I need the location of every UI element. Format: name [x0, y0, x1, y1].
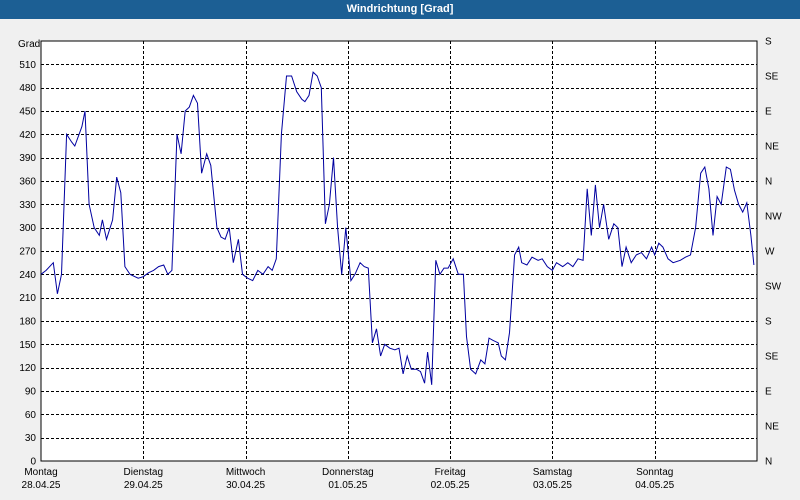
y-tick-label: 270: [19, 247, 36, 258]
x-tick-date: 29.04.25: [124, 480, 163, 491]
y-tick-label: 390: [19, 153, 36, 164]
y-tick-label: 90: [25, 387, 37, 398]
y-tick-label: 300: [19, 223, 36, 234]
right-tick-label: SW: [765, 282, 782, 293]
right-tick-label: NE: [765, 142, 779, 153]
x-tick-day: Sonntag: [636, 467, 673, 478]
right-tick-label: NE: [765, 422, 779, 433]
right-tick-label: NW: [765, 212, 782, 223]
x-tick-day: Mittwoch: [226, 467, 265, 478]
y-axis-label: Grad: [18, 39, 40, 50]
y-axis-ticks: 0 30 60 90 120 150 180 210 240 270 300 330 360 390 420…: [19, 60, 36, 468]
y-tick-label: 60: [25, 410, 37, 421]
x-tick-date: 02.05.25: [431, 480, 470, 491]
y-tick-label: 150: [19, 340, 36, 351]
y-tick-label: 420: [19, 130, 36, 141]
right-tick-label: SE: [765, 352, 779, 363]
y-tick-label: 120: [19, 363, 36, 374]
y-tick-label: 0: [30, 457, 36, 468]
x-tick-date: 30.04.25: [226, 480, 265, 491]
x-tick-day: Donnerstag: [322, 467, 374, 478]
right-tick-label: S: [765, 37, 772, 48]
x-tick-date: 28.04.25: [22, 480, 61, 491]
x-tick-date: 04.05.25: [635, 480, 674, 491]
chart-title: Windrichtung [Grad]: [0, 0, 800, 19]
right-tick-label: E: [765, 107, 772, 118]
x-axis-ticks: Montag 28.04.25 Dienstag 29.04.25 Mittwoch 30…: [22, 467, 675, 491]
right-tick-label: W: [765, 247, 775, 258]
y-tick-label: 480: [19, 83, 36, 94]
x-tick-day: Montag: [24, 467, 57, 478]
right-tick-label: N: [765, 457, 772, 468]
right-axis-ticks: N NE E SE S SW W NW N NE E SE S: [765, 37, 782, 468]
y-tick-label: 30: [25, 433, 37, 444]
x-tick-date: 03.05.25: [533, 480, 572, 491]
y-tick-label: 210: [19, 293, 36, 304]
y-tick-label: 450: [19, 107, 36, 118]
x-tick-date: 01.05.25: [328, 480, 367, 491]
right-tick-label: E: [765, 387, 772, 398]
wind-direction-chart: 0 30 60 90 120 150 180 210 240 270 300 330 360 390 420…: [18, 37, 782, 492]
right-tick-label: S: [765, 317, 772, 328]
x-tick-day: Samstag: [533, 467, 572, 478]
y-tick-label: 510: [19, 60, 36, 71]
y-tick-label: 330: [19, 200, 36, 211]
y-tick-label: 180: [19, 317, 36, 328]
x-tick-day: Freitag: [435, 467, 466, 478]
y-tick-label: 360: [19, 177, 36, 188]
x-tick-day: Dienstag: [124, 467, 163, 478]
right-tick-label: N: [765, 177, 772, 188]
y-tick-label: 240: [19, 270, 36, 281]
right-tick-label: SE: [765, 72, 779, 83]
